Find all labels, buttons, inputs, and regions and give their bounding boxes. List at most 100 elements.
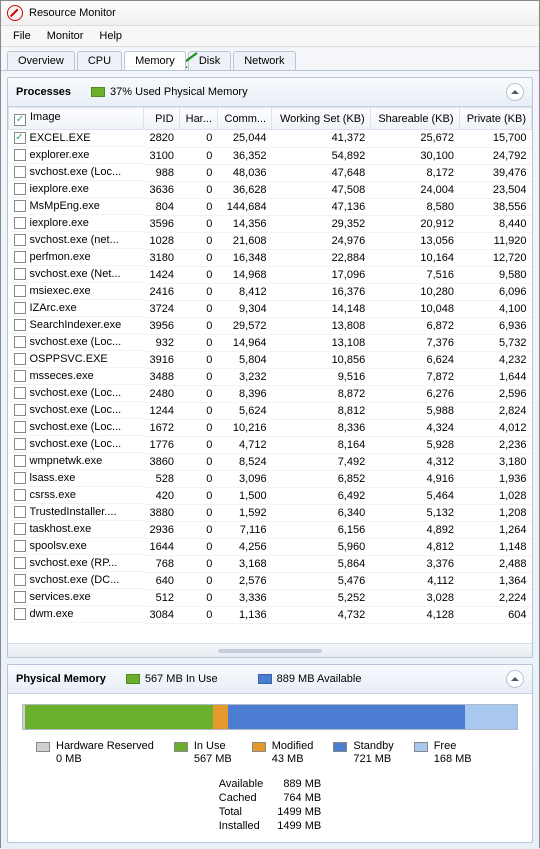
cell-private: 1,264 [459, 521, 531, 538]
table-row[interactable]: explorer.exe3100036,35254,89230,10024,79… [9, 147, 532, 164]
table-row[interactable]: MsMpEng.exe8040144,68447,1368,58038,556 [9, 198, 532, 215]
cell-hard: 0 [179, 436, 217, 453]
col-commit[interactable]: Comm... [217, 108, 271, 130]
table-row[interactable]: svchost.exe (Loc...1672010,2168,3364,324… [9, 419, 532, 436]
row-checkbox[interactable] [14, 387, 26, 399]
row-checkbox[interactable] [14, 608, 26, 620]
menu-monitor[interactable]: Monitor [39, 28, 92, 44]
cell-working: 5,960 [272, 538, 371, 555]
table-row[interactable]: lsass.exe52803,0966,8524,9161,936 [9, 470, 532, 487]
collapse-physical-button[interactable] [506, 670, 524, 688]
table-row[interactable]: msseces.exe348803,2329,5167,8721,644 [9, 368, 532, 385]
row-checkbox[interactable] [14, 319, 26, 331]
row-checkbox[interactable] [14, 591, 26, 603]
row-checkbox[interactable] [14, 438, 26, 450]
table-row[interactable]: svchost.exe (Loc...248008,3968,8726,2762… [9, 385, 532, 402]
row-checkbox[interactable] [14, 166, 26, 178]
row-checkbox[interactable] [14, 540, 26, 552]
cell-private: 4,100 [459, 300, 531, 317]
cell-shareable: 30,100 [370, 147, 459, 164]
cell-pid: 420 [144, 487, 180, 504]
row-checkbox[interactable] [14, 523, 26, 535]
col-shareable[interactable]: Shareable (KB) [370, 108, 459, 130]
cell-working: 47,136 [272, 198, 371, 215]
row-checkbox[interactable] [14, 574, 26, 586]
row-checkbox[interactable] [14, 132, 26, 144]
row-checkbox[interactable] [14, 353, 26, 365]
cell-hard: 0 [179, 317, 217, 334]
row-checkbox[interactable] [14, 557, 26, 569]
cell-private: 12,720 [459, 249, 531, 266]
table-row[interactable]: msiexec.exe241608,41216,37610,2806,096 [9, 283, 532, 300]
table-row[interactable]: EXCEL.EXE2820025,04441,37225,67215,700 [9, 130, 532, 148]
col-working[interactable]: Working Set (KB) [272, 108, 371, 130]
table-row[interactable]: svchost.exe (Loc...988048,03647,6488,172… [9, 164, 532, 181]
col-private[interactable]: Private (KB) [459, 108, 531, 130]
menu-help[interactable]: Help [91, 28, 130, 44]
horizontal-scrollbar[interactable] [8, 643, 532, 657]
row-checkbox[interactable] [14, 506, 26, 518]
row-checkbox[interactable] [14, 404, 26, 416]
tab-cpu[interactable]: CPU [77, 51, 122, 70]
processes-table-wrap[interactable]: Image PID Har... Comm... Working Set (KB… [8, 107, 532, 643]
table-row[interactable]: dwm.exe308401,1364,7324,128604 [9, 606, 532, 623]
inuse-swatch-icon [174, 742, 188, 752]
table-row[interactable]: wmpnetwk.exe386008,5247,4924,3123,180 [9, 453, 532, 470]
cell-shareable: 8,172 [370, 164, 459, 181]
table-row[interactable]: taskhost.exe293607,1166,1564,8921,264 [9, 521, 532, 538]
header-checkbox[interactable] [14, 114, 26, 126]
table-row[interactable]: IZArc.exe372409,30414,14810,0484,100 [9, 300, 532, 317]
row-checkbox[interactable] [14, 183, 26, 195]
row-checkbox[interactable] [14, 370, 26, 382]
cell-working: 47,648 [272, 164, 371, 181]
table-row[interactable]: SearchIndexer.exe3956029,57213,8086,8726… [9, 317, 532, 334]
col-hard[interactable]: Har... [179, 108, 217, 130]
table-row[interactable]: svchost.exe (DC...64002,5765,4764,1121,3… [9, 572, 532, 589]
process-name: OSPPSVC.EXE [30, 353, 108, 365]
physical-memory-header[interactable]: Physical Memory 567 MB In Use 889 MB Ava… [8, 665, 532, 694]
cell-commit: 14,356 [217, 215, 271, 232]
table-row[interactable]: spoolsv.exe164404,2565,9604,8121,148 [9, 538, 532, 555]
collapse-processes-button[interactable] [506, 83, 524, 101]
table-row[interactable]: svchost.exe (Loc...124405,6248,8125,9882… [9, 402, 532, 419]
cell-private: 2,224 [459, 589, 531, 606]
row-checkbox[interactable] [14, 336, 26, 348]
row-checkbox[interactable] [14, 472, 26, 484]
row-checkbox[interactable] [14, 455, 26, 467]
row-checkbox[interactable] [14, 217, 26, 229]
col-pid[interactable]: PID [144, 108, 180, 130]
table-row[interactable]: perfmon.exe3180016,34822,88410,16412,720 [9, 249, 532, 266]
row-checkbox[interactable] [14, 200, 26, 212]
table-row[interactable]: svchost.exe (net...1028021,60824,97613,0… [9, 232, 532, 249]
row-checkbox[interactable] [14, 302, 26, 314]
table-row[interactable]: svchost.exe (Loc...177604,7128,1645,9282… [9, 436, 532, 453]
row-checkbox[interactable] [14, 251, 26, 263]
row-checkbox[interactable] [14, 489, 26, 501]
col-image[interactable]: Image [9, 108, 144, 130]
cell-working: 5,864 [272, 555, 371, 572]
table-row[interactable]: TrustedInstaller....388001,5926,3405,132… [9, 504, 532, 521]
row-checkbox[interactable] [14, 149, 26, 161]
row-checkbox[interactable] [14, 421, 26, 433]
table-row[interactable]: services.exe51203,3365,2523,0282,224 [9, 589, 532, 606]
table-row[interactable]: svchost.exe (Net...1424014,96817,0967,51… [9, 266, 532, 283]
processes-table: Image PID Har... Comm... Working Set (KB… [8, 107, 532, 624]
table-row[interactable]: iexplore.exe3596014,35629,35220,9128,440 [9, 215, 532, 232]
processes-header[interactable]: Processes 37% Used Physical Memory [8, 78, 532, 107]
tab-network[interactable]: Network [233, 51, 295, 70]
tab-memory[interactable]: Memory [124, 51, 186, 70]
table-row[interactable]: iexplore.exe3636036,62847,50824,00423,50… [9, 181, 532, 198]
tab-disk[interactable]: Disk [188, 51, 231, 70]
cell-commit: 16,348 [217, 249, 271, 266]
process-name: spoolsv.exe [30, 540, 87, 552]
row-checkbox[interactable] [14, 234, 26, 246]
table-row[interactable]: svchost.exe (RP...76803,1685,8643,3762,4… [9, 555, 532, 572]
cell-pid: 1028 [144, 232, 180, 249]
menu-file[interactable]: File [5, 28, 39, 44]
row-checkbox[interactable] [14, 285, 26, 297]
row-checkbox[interactable] [14, 268, 26, 280]
table-row[interactable]: csrss.exe42001,5006,4925,4641,028 [9, 487, 532, 504]
table-row[interactable]: OSPPSVC.EXE391605,80410,8566,6244,232 [9, 351, 532, 368]
tab-overview[interactable]: Overview [7, 51, 75, 70]
table-row[interactable]: svchost.exe (Loc...932014,96413,1087,376… [9, 334, 532, 351]
